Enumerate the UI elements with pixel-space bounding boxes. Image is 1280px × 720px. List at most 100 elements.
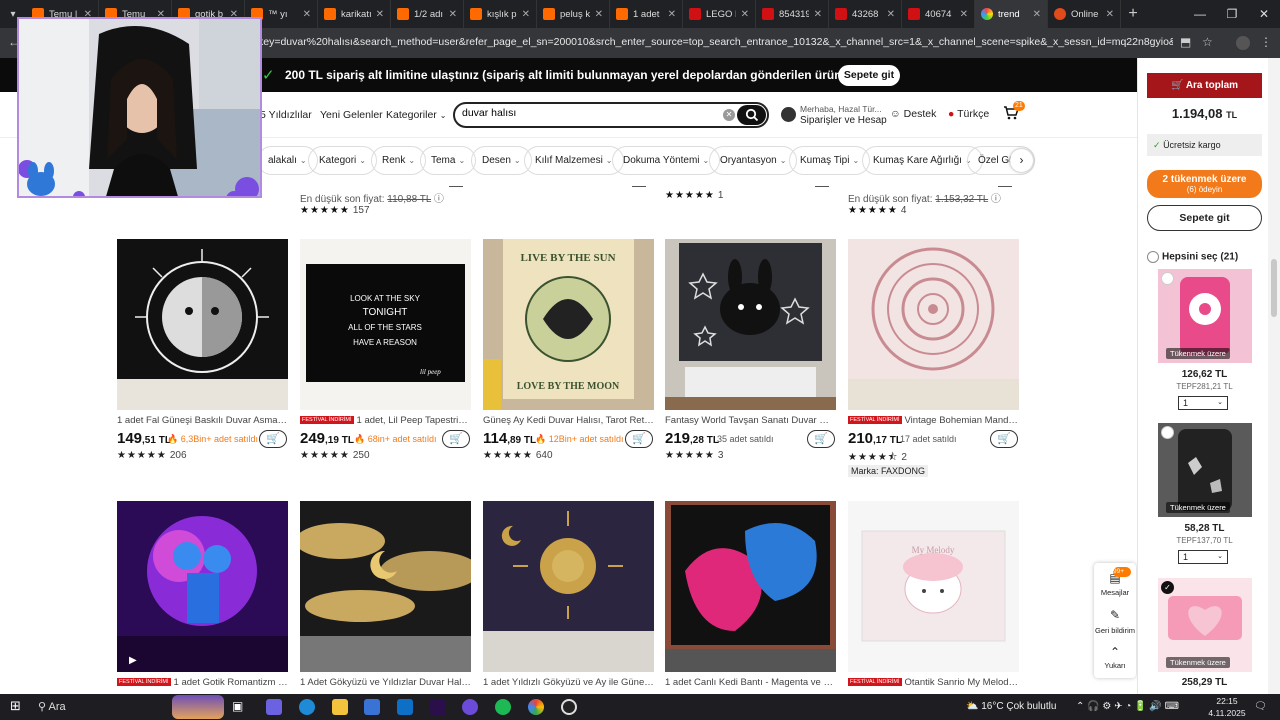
tab-close-icon[interactable]: ✕: [449, 9, 457, 20]
filter-chip[interactable]: Kumaş Kare Ağırlığı ⌄: [862, 146, 983, 175]
file-explorer-icon[interactable]: [332, 699, 348, 715]
browser-tab[interactable]: 40674 ✕: [902, 0, 975, 28]
product-image-rabbit-tapestry[interactable]: [665, 239, 836, 410]
quantity-select[interactable]: 1 ⌄: [1178, 550, 1228, 564]
product-image-mandala-tapestry[interactable]: [848, 239, 1019, 410]
add-to-cart-button[interactable]: 🛒: [259, 430, 287, 448]
app-icon[interactable]: [561, 699, 577, 715]
obs-icon[interactable]: [462, 699, 478, 715]
browser-tab[interactable]: 43268 ✕: [829, 0, 902, 28]
browser-tab[interactable]: 1 adet ✕: [610, 0, 683, 28]
filter-chip[interactable]: Kumaş Tipi ⌄: [789, 146, 871, 175]
product-title[interactable]: 1 adet Canlı Kedi Bantı - Magenta ve Mav…: [665, 677, 836, 688]
browser-tab[interactable]: 854319 ✕: [756, 0, 829, 28]
browser-tab[interactable]: kışlık p ✕: [464, 0, 537, 28]
brand-label[interactable]: Marka: FAXDONG: [848, 465, 929, 477]
search-input[interactable]: [462, 107, 712, 119]
page-scrollbar[interactable]: [1268, 58, 1280, 694]
tab-close-icon[interactable]: ✕: [376, 9, 384, 20]
edge-icon[interactable]: [299, 699, 315, 715]
tab-close-icon[interactable]: ✕: [887, 9, 895, 20]
add-to-cart-button[interactable]: 🛒: [625, 430, 653, 448]
store-icon[interactable]: [364, 699, 380, 715]
product-image-gothic-romance-tapestry[interactable]: ▶: [117, 501, 288, 672]
browser-tab[interactable]: LEGO D ✕: [683, 0, 756, 28]
browser-tab[interactable]: trend ✕: [975, 0, 1048, 28]
filter-chip[interactable]: Tema ⌄: [420, 146, 477, 175]
filter-chip[interactable]: Desen ⌄: [471, 146, 532, 175]
tab-close-icon[interactable]: ✕: [668, 9, 676, 20]
messages-label[interactable]: Mesajlar: [1094, 588, 1136, 597]
cart-item-image[interactable]: Tükenmek üzere: [1158, 269, 1252, 363]
premiere-icon[interactable]: [430, 699, 446, 715]
filter-scroll-right-icon[interactable]: ›: [1010, 149, 1033, 172]
product-title[interactable]: FESTİVAL İNDİRİMİ Vintage Bohemian Mandal…: [848, 415, 1019, 426]
bookmark-star-icon[interactable]: ☆: [1202, 35, 1213, 49]
product-image-lil-peep-tapestry[interactable]: LOOK AT THE SKY TONIGHT ALL OF THE STARS HA…: [300, 239, 471, 410]
search-button[interactable]: [737, 105, 766, 125]
maximize-icon[interactable]: ❐: [1216, 7, 1248, 21]
subtotal-button[interactable]: 🛒 Ara toplam: [1147, 73, 1262, 98]
tab-close-icon[interactable]: ✕: [522, 9, 530, 20]
product-title[interactable]: FESTİVAL İNDİRİMİ Otantik Sanrio My Melod…: [848, 677, 1019, 688]
product-title[interactable]: 1 adet Fal Güneşi Baskılı Duvar Asması E…: [117, 415, 288, 426]
browser-tab[interactable]: 1/2 adı ✕: [391, 0, 464, 28]
product-title[interactable]: Güneş Ay Kedi Duvar Halısı, Tarot Retro …: [483, 415, 654, 426]
notifications-icon[interactable]: 🗨: [1254, 701, 1267, 712]
clear-search-icon[interactable]: ✕: [723, 109, 735, 121]
tab-close-icon[interactable]: ✕: [595, 9, 603, 20]
nav-categories[interactable]: Kategoriler ⌄: [386, 109, 446, 121]
item-checkbox-checked[interactable]: ✓: [1161, 581, 1174, 594]
minimize-icon[interactable]: —: [1184, 7, 1216, 21]
quantity-select[interactable]: 1 ⌄: [1178, 396, 1228, 410]
item-checkbox[interactable]: [1161, 426, 1174, 439]
add-to-cart-button[interactable]: 🛒: [442, 430, 470, 448]
banner-go-cart-button[interactable]: Sepete git: [838, 65, 900, 86]
product-title[interactable]: 1 Adet Gökyüzü ve Yıldızlar Duvar Halısı…: [300, 677, 471, 688]
tab-close-icon[interactable]: ✕: [1106, 9, 1114, 20]
cart-button[interactable]: 21: [1003, 101, 1025, 123]
product-image-sun-moon-cat-tapestry[interactable]: LIVE BY THE SUN LOVE BY THE MOON: [483, 239, 654, 410]
browser-tab[interactable]: Online ✕: [1048, 0, 1121, 28]
weather-widget[interactable]: ⛅ 16°C Çok bulutlu: [966, 701, 1056, 712]
product-image-cat-band-tapestry[interactable]: [665, 501, 836, 672]
item-checkbox[interactable]: [1161, 272, 1174, 285]
product-title[interactable]: FESTİVAL İNDİRİMİ 1 adet Gotik Romantizm …: [117, 677, 288, 688]
filter-chip[interactable]: Oryantasyon ⌄: [709, 146, 798, 175]
chrome-icon[interactable]: [528, 699, 544, 715]
search-highlight-image[interactable]: [172, 695, 224, 719]
tab-close-icon[interactable]: ✕: [741, 9, 749, 20]
low-stock-pay-button[interactable]: 2 tükenmek üzere (6) ödeyin: [1147, 170, 1262, 198]
tab-close-icon[interactable]: ✕: [1033, 9, 1041, 20]
browser-menu-icon[interactable]: ⋮: [1260, 35, 1272, 49]
filter-chip[interactable]: Kılıf Malzemesi ⌄: [524, 146, 624, 175]
filter-chip[interactable]: Kategori ⌄: [308, 146, 377, 175]
scroll-top-label[interactable]: Yukarı: [1094, 661, 1136, 670]
cart-item-image[interactable]: Tükenmek üzere: [1158, 423, 1252, 517]
task-view-icon[interactable]: ▣: [232, 699, 248, 715]
product-title[interactable]: 1 adet Yıldızlı Gökyüzü ve Ay ile Güneş …: [483, 677, 654, 688]
cart-item-image[interactable]: ✓ Tükenmek üzere: [1158, 578, 1252, 672]
product-title[interactable]: FESTİVAL İNDİRİMİ 1 adet, Lil Peep Tapest…: [300, 415, 471, 426]
spotify-icon[interactable]: [495, 699, 511, 715]
tray-icons[interactable]: ⌃ 🎧 ⚙ ✈ ◔ 🔋 🔊 ⌨: [1076, 701, 1179, 712]
browser-tab[interactable]: karikatı ✕: [318, 0, 391, 28]
new-tab-button[interactable]: +: [1121, 5, 1145, 23]
taskbar-search[interactable]: ⚲ Ara: [38, 700, 66, 713]
language-selector[interactable]: ● Türkçe: [948, 108, 989, 120]
tab-close-icon[interactable]: ✕: [303, 9, 311, 20]
start-icon[interactable]: ⊞: [10, 698, 26, 714]
feedback-icon[interactable]: ✎: [1094, 608, 1136, 622]
filter-chip[interactable]: Renk ⌄: [371, 146, 427, 175]
product-image-sun-moon-tapestry[interactable]: [117, 239, 288, 410]
clock[interactable]: 22:15 4.11.2025: [1207, 695, 1247, 719]
product-image-celestial-sun-tapestry[interactable]: [483, 501, 654, 672]
add-to-cart-button[interactable]: 🛒: [990, 430, 1018, 448]
feedback-label[interactable]: Geri bildirim: [1094, 626, 1136, 635]
support-link[interactable]: ☺ Destek: [890, 108, 936, 120]
nav-new-arrivals[interactable]: Yeni Gelenler: [320, 109, 383, 121]
filter-chip[interactable]: Dokuma Yöntemi ⌄: [612, 146, 721, 175]
outlook-icon[interactable]: [397, 699, 413, 715]
product-title[interactable]: Fantasy World Tavşan Sanatı Duvar Goblen…: [665, 415, 836, 426]
product-image-my-melody-tapestry[interactable]: My Melody: [848, 501, 1019, 672]
